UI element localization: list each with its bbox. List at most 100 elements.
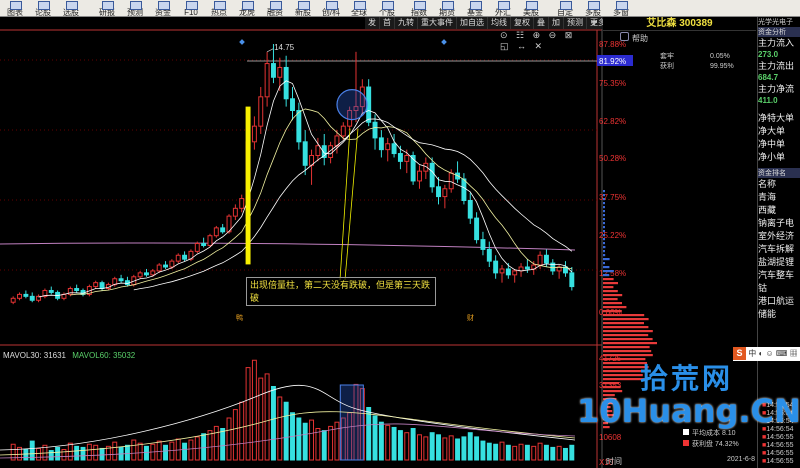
- candle-body-78: [505, 268, 511, 276]
- chip-bar-47: [603, 378, 645, 381]
- sector-name-1[interactable]: 西藏: [758, 204, 800, 217]
- volume-bar-80: [518, 443, 524, 461]
- subbar-item-4[interactable]: 加自选: [457, 17, 488, 29]
- chip-bar-21: [603, 274, 610, 277]
- candle-body-38: [251, 125, 257, 143]
- sector-name-9[interactable]: 储能: [758, 308, 800, 321]
- volume-bar-61: [397, 430, 403, 461]
- volume-bar-69: [448, 435, 454, 461]
- minimize-icon[interactable]: ▾: [592, 18, 597, 29]
- chip-bar-36: [603, 334, 649, 337]
- chart-tool-icons[interactable]: ⊙ ☷ ⊕ ⊖ ⊠ ◱ ↔ ✕: [500, 30, 585, 51]
- sector-name-4[interactable]: 汽车拆解: [758, 243, 800, 256]
- subbar-item-8[interactable]: 加: [549, 17, 564, 29]
- candle-body-57: [372, 121, 378, 139]
- candle-body-79: [512, 270, 518, 276]
- candle-body-2: [23, 293, 29, 297]
- volume-bar-45: [296, 417, 302, 461]
- chip-bar-41: [603, 354, 653, 357]
- candle-body-29: [194, 243, 200, 252]
- chip-bar-26: [603, 294, 623, 297]
- chip-bar-16: [603, 254, 606, 257]
- candle-body-35: [232, 207, 238, 217]
- volume-bar-40: [264, 373, 270, 461]
- subbar-item-7[interactable]: 叠: [534, 17, 549, 29]
- subbar-item-0[interactable]: 发: [365, 17, 380, 29]
- sector-name-5[interactable]: 盐湖提锂: [758, 256, 800, 269]
- chip-bar-25: [603, 290, 618, 293]
- volume-bar-72: [467, 432, 473, 461]
- volume-bar-28: [188, 439, 194, 461]
- candle-body-69: [448, 172, 454, 190]
- chip-bar-11: [603, 234, 605, 237]
- chip-bar-27: [603, 298, 618, 301]
- volume-bar-46: [302, 422, 308, 461]
- candle-body-21: [144, 272, 149, 276]
- fund-net-value: 411.0: [758, 96, 778, 105]
- volume-bar-65: [423, 436, 429, 461]
- annotation-note: 出现倍量柱，第二天没有跌破，但是第三天跌破: [246, 277, 436, 306]
- chip-bar-18: [603, 262, 605, 265]
- volume-bar-77: [499, 441, 505, 461]
- subbar-item-5[interactable]: 均线: [488, 17, 511, 29]
- candle-body-59: [385, 143, 391, 151]
- candle-body-25: [169, 260, 175, 268]
- sector-name-6[interactable]: 汽车整车: [758, 269, 800, 282]
- chip-bar-40: [603, 350, 652, 353]
- chip-bar-49: [603, 386, 621, 389]
- chip-bar-38: [603, 342, 657, 345]
- volume-bar-81: [524, 444, 530, 461]
- subbar-item-3[interactable]: 重大事件: [418, 17, 457, 29]
- candle-body-84: [543, 254, 549, 264]
- candle-body-72: [467, 199, 473, 219]
- volume-bar-57: [372, 415, 378, 461]
- help-icon[interactable]: [620, 32, 629, 41]
- fund-tab[interactable]: 资金分析: [758, 27, 800, 37]
- sector-name-8[interactable]: 港口航运: [758, 295, 800, 308]
- chip-bar-5: [603, 210, 605, 213]
- subbar-item-9[interactable]: 预测: [564, 17, 587, 29]
- annotation-pointer-1: [339, 128, 351, 281]
- candle-body-23: [156, 264, 162, 272]
- sector-name-2[interactable]: 钠离子电: [758, 217, 800, 230]
- chip-bar-37: [603, 338, 653, 341]
- subbar-item-6[interactable]: 复权: [511, 17, 534, 29]
- subbar-item-2[interactable]: 九转: [395, 17, 418, 29]
- date-label: 2021-6-8: [727, 456, 756, 463]
- chip-legend: 平均成本 8.10 获利盘 74.32%: [683, 428, 739, 450]
- candle-body-24: [163, 264, 169, 268]
- rank-tab[interactable]: 资金排名: [758, 168, 800, 178]
- chip-bar-45: [603, 370, 642, 373]
- fund-out-value: 684.7: [758, 73, 779, 82]
- candle-body-40: [264, 63, 270, 98]
- volume-bar-33: [220, 428, 226, 461]
- volume-bar-68: [442, 437, 448, 461]
- avg-cost-label: 平均成本: [692, 430, 720, 437]
- price-tick-1: 81.92%: [599, 57, 626, 66]
- volume-bar-37: [245, 367, 251, 461]
- sogou-ime-bar[interactable]: S 中 ◐ ☺ ⌨ ▦: [733, 347, 800, 361]
- candle-body-14: [99, 282, 105, 290]
- sector-name-3[interactable]: 室外经济: [758, 230, 800, 243]
- chip-bar-12: [603, 238, 605, 241]
- candle-body-46: [302, 141, 308, 166]
- volume-bar-23: [156, 440, 162, 461]
- candle-body-83: [537, 254, 543, 266]
- subbar-item-1[interactable]: 首: [380, 17, 395, 29]
- volume-bar-6: [48, 450, 54, 461]
- volume-bar-18: [124, 444, 130, 461]
- volume-bar-74: [480, 440, 486, 461]
- high-pointer: [266, 48, 274, 53]
- candle-body-62: [404, 155, 410, 162]
- sector-name-0[interactable]: 青海: [758, 191, 800, 204]
- candle-body-3: [29, 295, 35, 301]
- candle-body-20: [137, 272, 143, 278]
- sector-name-7[interactable]: 钴: [758, 282, 800, 295]
- volume-bar-27: [182, 442, 188, 461]
- sector-header: 光学光电子: [758, 19, 793, 26]
- volume-bar-75: [486, 442, 492, 461]
- chip-bar-0: [603, 190, 605, 193]
- volume-bar-84: [543, 444, 549, 461]
- help-label[interactable]: 帮助: [632, 33, 648, 44]
- volume-bar-30: [201, 433, 207, 461]
